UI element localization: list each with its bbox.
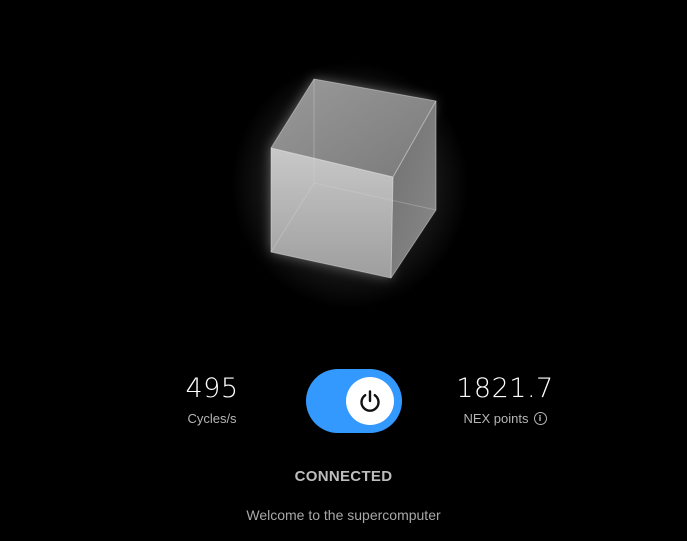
nex-points-value: 1821.7 — [456, 373, 554, 404]
welcome-message: Welcome to the supercomputer — [246, 507, 441, 523]
power-toggle[interactable] — [306, 369, 402, 433]
nex-points-stat: 1821.7 NEX points i — [440, 375, 570, 426]
toggle-knob[interactable] — [346, 377, 394, 425]
power-icon — [360, 390, 380, 412]
connection-status: CONNECTED — [294, 468, 393, 485]
cycles-stat: 495 Cycles/s — [162, 375, 262, 426]
cycles-label: Cycles/s — [187, 411, 237, 426]
nex-points-label: NEX points — [463, 411, 529, 426]
info-icon[interactable]: i — [533, 412, 547, 425]
cycles-value: 495 — [185, 373, 239, 404]
cube-graphic — [270, 78, 437, 279]
